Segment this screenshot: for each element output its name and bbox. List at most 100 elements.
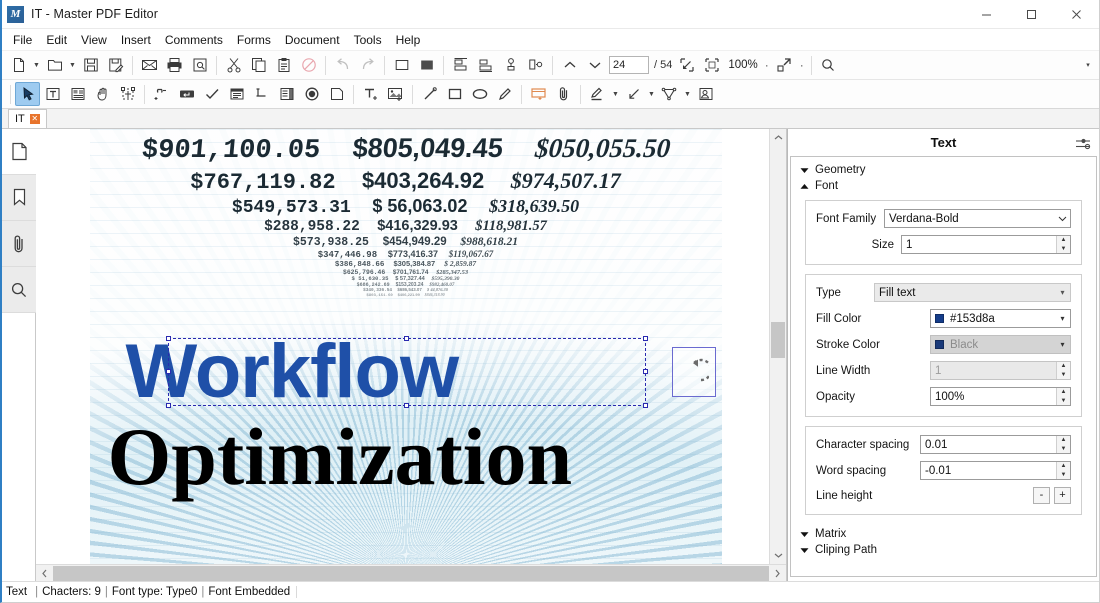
font-size-stepper[interactable]: 1 ▲ ▼	[901, 235, 1071, 254]
stepper-up-icon[interactable]: ▲	[1057, 436, 1070, 445]
line-height-decrease-button[interactable]: -	[1033, 487, 1050, 504]
previous-page-button[interactable]	[557, 53, 582, 77]
line-height-increase-button[interactable]: +	[1054, 487, 1071, 504]
scroll-down-arrow-icon[interactable]	[770, 547, 786, 564]
edit-object-tool-button[interactable]	[65, 82, 90, 106]
close-button[interactable]	[1054, 0, 1099, 29]
menu-view[interactable]: View	[74, 30, 114, 50]
stepper-buttons[interactable]: ▲ ▼	[1056, 462, 1070, 479]
maximize-button[interactable]	[1009, 0, 1054, 29]
menu-edit[interactable]: Edit	[39, 30, 74, 50]
form-list-button[interactable]	[274, 82, 299, 106]
fit-width-button[interactable]	[699, 53, 724, 77]
paste-button[interactable]	[271, 53, 296, 77]
print-preview-button[interactable]	[187, 53, 212, 77]
stamp-tool-button[interactable]	[693, 82, 718, 106]
hand-tool-button[interactable]	[90, 82, 115, 106]
stepper-up-icon[interactable]: ▲	[1057, 462, 1070, 471]
chevron-down-icon[interactable]: ▾	[1055, 310, 1070, 327]
undo-button[interactable]	[330, 53, 355, 77]
fill-color-select[interactable]: #153d8a ▾	[930, 309, 1071, 328]
fullscreen-dropdown-icon[interactable]: ·	[797, 53, 807, 77]
line-tool-button[interactable]	[417, 82, 442, 106]
matrix-section-header[interactable]: Matrix	[791, 526, 1096, 542]
zoom-level-label[interactable]: 100%	[724, 59, 761, 71]
attachment-button[interactable]	[551, 82, 576, 106]
scroll-left-arrow-icon[interactable]	[36, 565, 53, 582]
open-document-dropdown-icon[interactable]: ▼	[67, 53, 78, 77]
stepper-down-icon[interactable]: ▼	[1057, 397, 1070, 406]
pdf-page[interactable]: $901,100.05 $805,049.45 $050,055.50 $767…	[89, 129, 722, 564]
save-as-button[interactable]	[103, 53, 128, 77]
stepper-up-icon[interactable]: ▲	[1057, 362, 1070, 371]
menu-document[interactable]: Document	[278, 30, 347, 50]
stepper-buttons[interactable]: ▲ ▼	[1056, 362, 1070, 379]
document-tab-close-icon[interactable]: ✕	[29, 114, 40, 124]
fit-page-button[interactable]	[674, 53, 699, 77]
opacity-stepper[interactable]: 100% ▲ ▼	[930, 387, 1071, 406]
viewer-vertical-scrollbar[interactable]	[769, 129, 786, 564]
arrow-annotation-dropdown-icon[interactable]: ▼	[646, 82, 657, 106]
fill-none-button[interactable]	[389, 53, 414, 77]
menu-tools[interactable]: Tools	[347, 30, 389, 50]
sliders-icon[interactable]	[1073, 133, 1093, 153]
menu-help[interactable]: Help	[389, 30, 428, 50]
highlighter-button[interactable]	[585, 82, 610, 106]
paint-type-select[interactable]: Fill text ▾	[874, 283, 1071, 302]
chevron-down-icon[interactable]	[1055, 210, 1070, 227]
sidebar-item-bookmarks[interactable]	[2, 175, 36, 221]
ellipse-tool-button[interactable]	[467, 82, 492, 106]
checkbox-field-button[interactable]	[199, 82, 224, 106]
stepper-up-icon[interactable]: ▲	[1057, 388, 1070, 397]
minimize-button[interactable]	[964, 0, 1009, 29]
rectangle-tool-button[interactable]	[442, 82, 467, 106]
new-document-dropdown-icon[interactable]: ▼	[31, 53, 42, 77]
crop-tool-button[interactable]	[115, 82, 140, 106]
add-image-button[interactable]	[383, 82, 408, 106]
new-document-button[interactable]	[6, 53, 31, 77]
align-top-button[interactable]	[448, 53, 473, 77]
stepper-buttons[interactable]: ▲ ▼	[1056, 388, 1070, 405]
fill-solid-button[interactable]	[414, 53, 439, 77]
horizontal-scroll-thumb[interactable]	[53, 565, 769, 581]
headline-optimization-text[interactable]: Optimization	[108, 416, 573, 498]
horizontal-scroll-track[interactable]	[53, 565, 769, 582]
page-number-input[interactable]: 24	[609, 56, 649, 74]
cut-button[interactable]	[221, 53, 246, 77]
open-document-button[interactable]	[42, 53, 67, 77]
save-button[interactable]	[78, 53, 103, 77]
edit-text-tool-button[interactable]	[40, 82, 65, 106]
menu-file[interactable]: File	[6, 30, 39, 50]
chevron-down-icon[interactable]: ▾	[1055, 336, 1070, 353]
viewer-horizontal-scrollbar[interactable]	[36, 564, 786, 581]
stepper-up-icon[interactable]: ▲	[1057, 236, 1070, 245]
font-family-select[interactable]: Verdana-Bold	[884, 209, 1071, 228]
fullscreen-button[interactable]	[772, 53, 797, 77]
scroll-right-arrow-icon[interactable]	[769, 565, 786, 582]
line-width-stepper[interactable]: 1 ▲ ▼	[930, 361, 1071, 380]
polygon-dropdown-icon[interactable]: ▼	[682, 82, 693, 106]
stepper-down-icon[interactable]: ▼	[1057, 245, 1070, 254]
zoom-dropdown-icon[interactable]: ·	[762, 53, 772, 77]
text-field-button[interactable]	[174, 82, 199, 106]
listbox-field-button[interactable]	[249, 82, 274, 106]
geometry-section-header[interactable]: Geometry	[791, 162, 1096, 178]
distribute-button[interactable]	[523, 53, 548, 77]
headline-workflow-text[interactable]: Workflow	[126, 334, 460, 410]
stepper-down-icon[interactable]: ▼	[1057, 371, 1070, 380]
stepper-down-icon[interactable]: ▼	[1057, 471, 1070, 480]
select-tool-button[interactable]	[15, 82, 40, 106]
chevron-down-icon[interactable]: ▾	[1055, 284, 1070, 301]
print-button[interactable]	[162, 53, 187, 77]
word-spacing-stepper[interactable]: -0.01 ▲ ▼	[920, 461, 1071, 480]
arrow-annotation-button[interactable]	[621, 82, 646, 106]
align-center-h-button[interactable]	[498, 53, 523, 77]
align-bottom-button[interactable]	[473, 53, 498, 77]
menu-forms[interactable]: Forms	[230, 30, 278, 50]
sidebar-item-pages[interactable]	[2, 129, 36, 175]
toolbar-overflow-icon[interactable]: ▾	[1081, 53, 1095, 77]
menu-comments[interactable]: Comments	[158, 30, 230, 50]
stepper-down-icon[interactable]: ▼	[1057, 445, 1070, 454]
add-link-button[interactable]	[149, 82, 174, 106]
highlighter-dropdown-icon[interactable]: ▼	[610, 82, 621, 106]
